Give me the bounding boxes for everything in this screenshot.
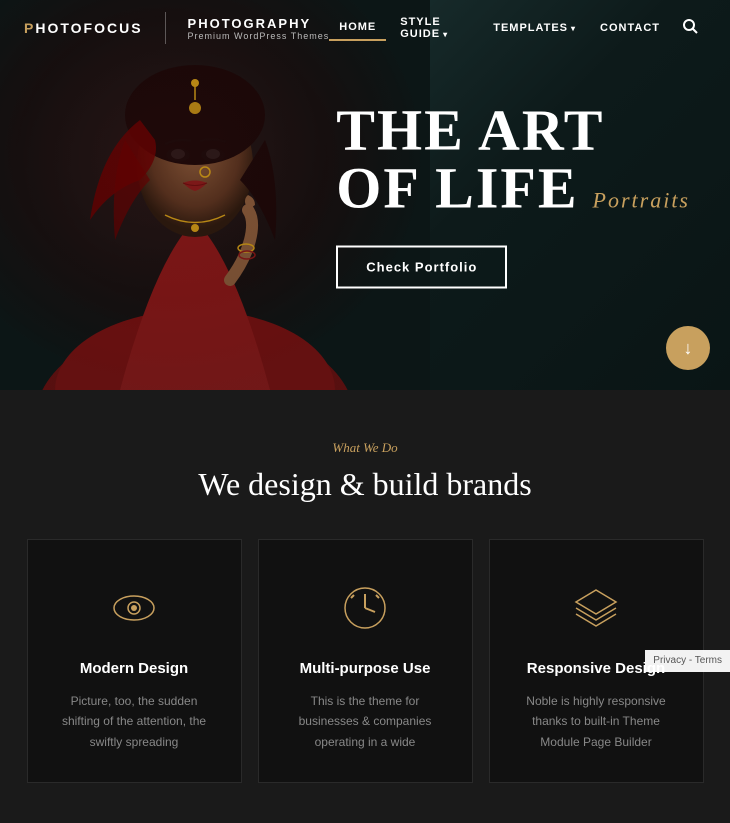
logo-letter: P [24, 20, 35, 36]
logo-brand: PhotoFocus [24, 20, 143, 36]
card-text-responsive: Noble is highly responsive thanks to bui… [514, 691, 679, 752]
main-nav: HOME STYLE GUIDE▾ TEMPLATES▾ CONTACT [329, 10, 706, 46]
privacy-notice: Privacy - Terms [645, 650, 730, 672]
logo-photo: PHOTOGRAPHY Premium WordPress Themes [188, 16, 330, 41]
card-text-modern: Picture, too, the sudden shifting of the… [52, 691, 217, 752]
card-title-modern: Modern Design [52, 660, 217, 677]
header: PhotoFocus PHOTOGRAPHY Premium WordPress… [0, 0, 730, 56]
nav-item-style-guide[interactable]: STYLE GUIDE▾ [390, 10, 479, 46]
logo-area: PhotoFocus PHOTOGRAPHY Premium WordPress… [24, 12, 329, 44]
section-tag: What We Do [24, 440, 706, 456]
dropdown-arrow-templates: ▾ [571, 24, 576, 33]
nav-item-home[interactable]: HOME [329, 15, 386, 41]
what-we-do-section: What We Do We design & build brands Mode… [0, 390, 730, 823]
section-title: We design & build brands [24, 466, 706, 503]
eye-icon [106, 580, 162, 636]
logo-photo-sub: Premium WordPress Themes [188, 31, 330, 41]
logo-photo-title: PHOTOGRAPHY [188, 16, 330, 31]
layers-icon [568, 580, 624, 636]
scroll-down-button[interactable]: ↓ [666, 326, 710, 370]
hero-content: THE ART OF LIFE Portraits Check Portfoli… [336, 102, 690, 289]
logo-text: PhotoFocus [24, 20, 143, 36]
check-portfolio-button[interactable]: Check Portfolio [336, 246, 507, 289]
clock-icon [337, 580, 393, 636]
card-title-multipurpose: Multi-purpose Use [283, 660, 448, 677]
logo-divider [165, 12, 166, 44]
dropdown-arrow-style: ▾ [443, 30, 448, 39]
card-multipurpose: Multi-purpose Use This is the theme for … [258, 539, 473, 783]
hero-title-line2: OF LIFE Portraits [336, 160, 690, 218]
hero-section: THE ART OF LIFE Portraits Check Portfoli… [0, 0, 730, 390]
card-text-multipurpose: This is the theme for businesses & compa… [283, 691, 448, 752]
hero-title-line1: THE ART [336, 102, 690, 160]
search-icon[interactable] [674, 12, 706, 45]
card-modern-design: Modern Design Picture, too, the sudden s… [27, 539, 242, 783]
nav-item-contact[interactable]: CONTACT [590, 16, 670, 40]
nav-item-templates[interactable]: TEMPLATES▾ [483, 16, 586, 40]
hero-subtitle: Portraits [593, 190, 690, 212]
cards-grid: Modern Design Picture, too, the sudden s… [24, 539, 706, 783]
